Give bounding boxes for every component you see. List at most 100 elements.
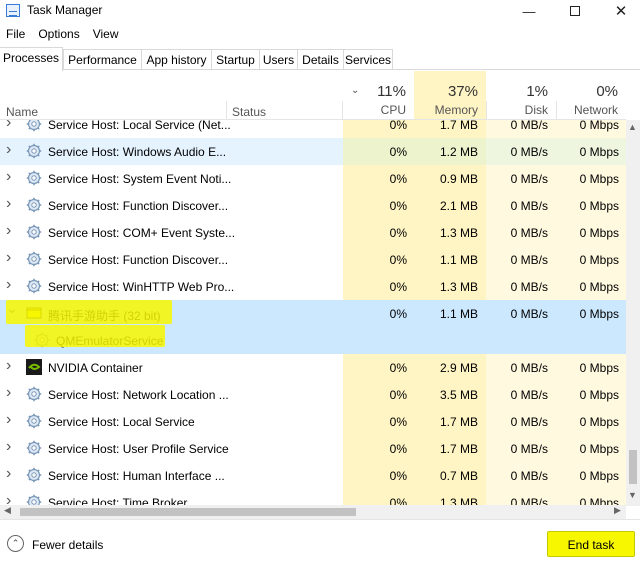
end-task-button[interactable]: End task: [547, 531, 635, 557]
menu-bar: File Options View: [0, 24, 126, 44]
network-value: 0 Mbps: [579, 361, 619, 375]
process-row[interactable]: › NVIDIA Container 0% 2.9 MB 0 MB/s 0 Mbps: [0, 354, 626, 381]
memory-value: 1.2 MB: [439, 145, 478, 159]
process-row[interactable]: › Service Host: Windows Audio E... 0% 1.2 M…: [0, 138, 626, 165]
horizontal-scroll-thumb[interactable]: [20, 508, 356, 516]
process-name: Service Host: Windows Audio E...: [48, 145, 227, 159]
column-status[interactable]: Status: [232, 105, 266, 119]
cpu-value: 0%: [389, 361, 407, 375]
column-header: Name Status ⌄ 11% CPU 37% Memory 1% Disk…: [0, 71, 626, 120]
network-value: 0 Mbps: [579, 120, 619, 132]
network-value: 0 Mbps: [579, 199, 619, 213]
cpu-value: 0%: [389, 145, 407, 159]
process-row[interactable]: › Service Host: COM+ Event Syste... 0% 1.3 …: [0, 219, 626, 246]
disk-value: 0 MB/s: [510, 226, 548, 240]
cpu-total: 11%: [377, 83, 406, 100]
scroll-left-icon[interactable]: ◀: [4, 505, 11, 516]
tab-services[interactable]: Services: [343, 49, 393, 70]
memory-value: 0.9 MB: [439, 172, 478, 186]
chevron-right-icon[interactable]: ›: [6, 384, 11, 402]
horizontal-scrollbar[interactable]: ◀ ▶: [0, 505, 626, 519]
memory-label: Memory: [434, 103, 478, 117]
column-memory[interactable]: 37% Memory: [414, 71, 486, 119]
chevron-right-icon[interactable]: ›: [6, 120, 11, 132]
chevron-right-icon[interactable]: ›: [6, 195, 11, 213]
chevron-right-icon[interactable]: ›: [6, 141, 11, 159]
process-row[interactable]: › Service Host: Human Interface ... 0% 0.7 …: [0, 462, 626, 489]
column-network[interactable]: 0% Network: [556, 71, 626, 119]
memory-value: 0.7 MB: [439, 469, 478, 483]
memory-total: 37%: [447, 83, 478, 100]
process-row[interactable]: › Service Host: User Profile Service 0% 1.7…: [0, 435, 626, 462]
gear-icon: [26, 467, 42, 483]
cpu-value: 0%: [389, 388, 407, 402]
process-row[interactable]: › Service Host: Function Discover... 0% 2.1…: [0, 192, 626, 219]
vertical-scroll-thumb[interactable]: [629, 450, 637, 484]
title-bar: Task Manager — ✕: [0, 0, 640, 22]
memory-value: 2.9 MB: [439, 361, 478, 375]
tab-users[interactable]: Users: [259, 49, 297, 70]
chevron-right-icon[interactable]: ›: [6, 357, 11, 375]
tab-details[interactable]: Details: [297, 49, 343, 70]
gear-icon: [26, 278, 42, 294]
process-row[interactable]: › Service Host: WinHTTP Web Pro... 0% 1.3 M…: [0, 273, 626, 300]
memory-value: 3.5 MB: [439, 388, 478, 402]
chevron-right-icon[interactable]: ›: [6, 465, 11, 483]
menu-file[interactable]: File: [0, 24, 30, 44]
chevron-right-icon[interactable]: ›: [6, 276, 11, 294]
process-name: Service Host: Function Discover...: [48, 253, 229, 267]
menu-view[interactable]: View: [87, 24, 124, 44]
tab-startup[interactable]: Startup: [211, 49, 259, 70]
chevron-right-icon[interactable]: ›: [6, 411, 11, 429]
process-row[interactable]: › Service Host: System Event Noti... 0% 0.9…: [0, 165, 626, 192]
process-name: Service Host: COM+ Event Syste...: [48, 226, 236, 240]
column-cpu[interactable]: 11% CPU: [343, 71, 414, 119]
process-name: Service Host: User Profile Service: [48, 442, 229, 456]
process-row[interactable]: › Service Host: Time Broker 0% 1.3 MB 0 MB/s…: [0, 489, 626, 506]
maximize-button[interactable]: [552, 0, 598, 22]
memory-value: 2.1 MB: [439, 199, 478, 213]
tab-performance[interactable]: Performance: [63, 49, 141, 70]
cpu-value: 0%: [389, 442, 407, 456]
maximize-icon: [570, 6, 580, 16]
chevron-right-icon[interactable]: ›: [6, 438, 11, 456]
chevron-right-icon[interactable]: ›: [6, 249, 11, 267]
process-name: Service Host: System Event Noti...: [48, 172, 232, 186]
tab-app-history[interactable]: App history: [141, 49, 211, 70]
network-value: 0 Mbps: [579, 172, 619, 186]
chevron-right-icon[interactable]: ›: [6, 492, 11, 506]
tab-processes[interactable]: Processes: [0, 47, 63, 71]
cpu-value: 0%: [389, 172, 407, 186]
cpu-value: 0%: [389, 199, 407, 213]
scroll-right-icon[interactable]: ▶: [614, 505, 621, 516]
memory-value: 1.7 MB: [439, 442, 478, 456]
network-value: 0 Mbps: [579, 253, 619, 267]
memory-value: 1.3 MB: [439, 280, 478, 294]
highlighter-mark: [6, 300, 172, 324]
process-row[interactable]: › Service Host: Local Service 0% 1.7 MB 0 MB…: [0, 408, 626, 435]
process-name: Service Host: Local Service: [48, 415, 195, 429]
network-value: 0 Mbps: [579, 442, 619, 456]
column-disk[interactable]: 1% Disk: [486, 71, 556, 119]
fewer-details-link[interactable]: Fewer details: [32, 538, 103, 552]
cpu-value: 0%: [389, 120, 407, 132]
gear-icon: [26, 413, 42, 429]
disk-value: 0 MB/s: [510, 361, 548, 375]
scroll-up-icon[interactable]: ▲: [628, 122, 637, 132]
disk-value: 0 MB/s: [510, 120, 548, 132]
minimize-button[interactable]: —: [506, 0, 552, 22]
chevron-right-icon[interactable]: ›: [6, 168, 11, 186]
network-value: 0 Mbps: [579, 226, 619, 240]
process-row[interactable]: › Service Host: Function Discover... 0% 1.1…: [0, 246, 626, 273]
column-name[interactable]: Name: [6, 105, 38, 119]
process-row[interactable]: › Service Host: Local Service (Net... 0% 1.…: [0, 120, 626, 138]
disk-value: 0 MB/s: [510, 307, 548, 321]
chevron-up-circle-icon[interactable]: ⌃: [7, 535, 24, 552]
close-button[interactable]: ✕: [598, 0, 640, 22]
gear-icon: [26, 197, 42, 213]
chevron-right-icon[interactable]: ›: [6, 222, 11, 240]
scroll-down-icon[interactable]: ▼: [628, 490, 637, 500]
menu-options[interactable]: Options: [32, 24, 84, 44]
process-row[interactable]: › Service Host: Network Location ... 0% 3.5…: [0, 381, 626, 408]
vertical-scrollbar[interactable]: ▲ ▼: [626, 120, 640, 506]
